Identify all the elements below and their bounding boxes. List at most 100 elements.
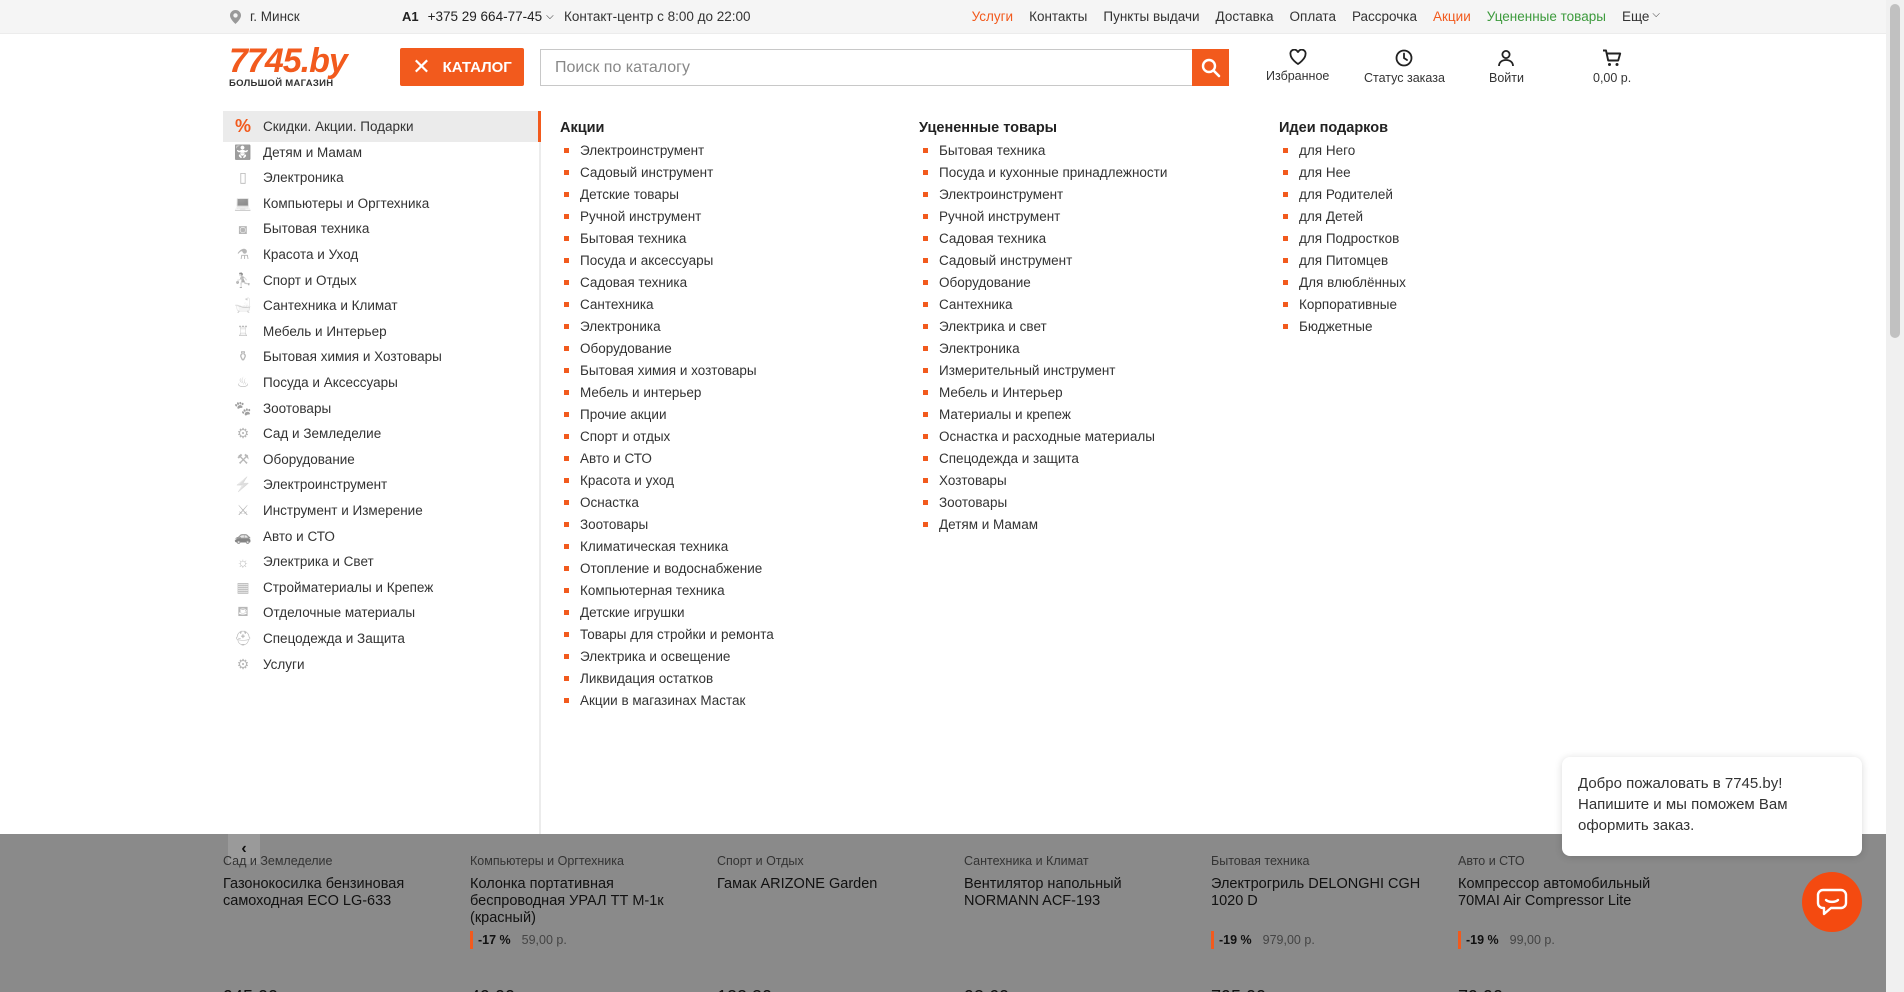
menu-link[interactable]: Садовая техника [560, 274, 774, 296]
menu-link[interactable]: Прочие акции [560, 406, 774, 428]
menu-link[interactable]: Отопление и водоснабжение [560, 560, 774, 582]
menu-link[interactable]: Электроника [919, 340, 1167, 362]
search-input[interactable] [540, 49, 1229, 86]
top-nav-link[interactable]: Доставка [1216, 9, 1274, 24]
category-item[interactable]: ⚙ Услуги [223, 649, 539, 680]
product-category: Сад и Земледелие [223, 854, 333, 868]
menu-link[interactable]: Мебель и интерьер [560, 384, 774, 406]
product-name[interactable]: Электрогриль DELONGHI CGH 1020 D [1211, 876, 1431, 928]
pet-icon: 🐾 [234, 399, 252, 416]
product-name[interactable]: Вентилятор напольный NORMANN ACF-193 [964, 876, 1184, 928]
menu-link[interactable]: Измерительный инструмент [919, 362, 1167, 384]
top-nav-link[interactable]: Оплата [1290, 9, 1336, 24]
menu-link[interactable]: Хозтовары [919, 472, 1167, 494]
menu-link[interactable]: Детям и Мамам [919, 516, 1167, 538]
menu-link[interactable]: Бытовая техника [919, 142, 1167, 164]
menu-link[interactable]: Корпоративные [1279, 296, 1406, 318]
product-card[interactable]: Авто и СТО Компрессор автомобильный 70MAI… [1458, 854, 1678, 992]
category-label: Авто и СТО [263, 528, 335, 544]
menu-link[interactable]: Бытовая химия и хозтовары [560, 362, 774, 384]
cart-button[interactable]: 0,00 р. [1593, 49, 1631, 85]
menu-link[interactable]: для Него [1279, 142, 1406, 164]
menu-link[interactable]: Электроника [560, 318, 774, 340]
scrollbar[interactable] [1886, 0, 1904, 992]
column-title[interactable]: Акции [560, 120, 774, 138]
logo[interactable]: 7745.by БОЛЬШОЙ МАГАЗИН [229, 44, 348, 89]
product-category: Сантехника и Климат [964, 854, 1089, 868]
menu-link[interactable]: Ручной инструмент [560, 208, 774, 230]
city-selector[interactable]: г. Минск [230, 9, 300, 24]
product-name[interactable]: Компрессор автомобильный 70MAI Air Compr… [1458, 876, 1678, 928]
favorites-button[interactable]: Избранное [1266, 49, 1329, 83]
menu-link[interactable]: для Питомцев [1279, 252, 1406, 274]
chat-button[interactable] [1802, 872, 1862, 932]
product-card[interactable]: Компьютеры и Оргтехника Колонка портативн… [470, 854, 690, 992]
top-nav-link[interactable]: Услуги [972, 9, 1014, 24]
product-card[interactable]: Сантехника и Климат Вентилятор напольный … [964, 854, 1184, 992]
menu-link[interactable]: Садовая техника [919, 230, 1167, 252]
catalog-mega-menu: % Скидки. Акции. Подарки 🚼 Детям и Мамам ▯ Эл… [0, 104, 1886, 834]
menu-link[interactable]: Садовый инструмент [560, 164, 774, 186]
scrollbar-thumb[interactable] [1890, 4, 1900, 338]
top-nav-link[interactable]: Уцененные товары [1487, 9, 1606, 24]
menu-link[interactable]: Оборудование [919, 274, 1167, 296]
menu-link[interactable]: Электроинструмент [919, 186, 1167, 208]
menu-link[interactable]: Бытовая техника [560, 230, 774, 252]
product-name[interactable]: Гамак ARIZONE Garden [717, 876, 937, 928]
product-name[interactable]: Газонокосилка бензиновая самоходная ECO … [223, 876, 443, 928]
product-card[interactable]: Сад и Земледелие Газонокосилка бензиновая… [223, 854, 443, 992]
menu-link[interactable]: Зоотовары [919, 494, 1167, 516]
menu-link[interactable]: Посуда и аксессуары [560, 252, 774, 274]
menu-link[interactable]: Посуда и кухонные принадлежности [919, 164, 1167, 186]
top-nav-link[interactable]: Пункты выдачи [1103, 9, 1199, 24]
menu-link[interactable]: Садовый инструмент [919, 252, 1167, 274]
phone-dropdown[interactable]: A1 +375 29 664-77-45 ⌵ [402, 9, 554, 24]
menu-link[interactable]: Электрика и свет [919, 318, 1167, 340]
menu-link[interactable]: Для влюблённых [1279, 274, 1406, 296]
menu-link[interactable]: Авто и СТО [560, 450, 774, 472]
menu-link[interactable]: Бюджетные [1279, 318, 1406, 340]
menu-link[interactable]: для Нее [1279, 164, 1406, 186]
menu-link[interactable]: для Родителей [1279, 186, 1406, 208]
menu-link[interactable]: Компьютерная техника [560, 582, 774, 604]
menu-link[interactable]: Детские игрушки [560, 604, 774, 626]
menu-link[interactable]: для Подростков [1279, 230, 1406, 252]
menu-link[interactable]: Климатическая техника [560, 538, 774, 560]
menu-link[interactable]: для Детей [1279, 208, 1406, 230]
menu-link[interactable]: Детские товары [560, 186, 774, 208]
menu-link[interactable]: Оснастка [560, 494, 774, 516]
menu-link[interactable]: Акции в магазинах Мастак [560, 692, 774, 714]
menu-link[interactable]: Электрика и освещение [560, 648, 774, 670]
top-nav-link[interactable]: Еще [1622, 9, 1649, 24]
menu-link[interactable]: Материалы и крепеж [919, 406, 1167, 428]
menu-link[interactable]: Зоотовары [560, 516, 774, 538]
menu-link[interactable]: Красота и уход [560, 472, 774, 494]
menu-link[interactable]: Мебель и Интерьер [919, 384, 1167, 406]
catalog-button[interactable]: ✕ КАТАЛОГ [400, 48, 524, 86]
top-nav-link[interactable]: Акции [1433, 9, 1471, 24]
menu-link[interactable]: Оборудование [560, 340, 774, 362]
menu-link[interactable]: Ручной инструмент [919, 208, 1167, 230]
menu-link[interactable]: Сантехника [560, 296, 774, 318]
product-name[interactable]: Колонка портативная беспроводная УРАЛ ТТ… [470, 876, 690, 928]
location-pin-icon [230, 9, 241, 24]
column-title[interactable]: Идеи подарков [1279, 120, 1406, 138]
menu-link[interactable]: Оснастка и расходные материалы [919, 428, 1167, 450]
menu-link[interactable]: Спорт и отдых [560, 428, 774, 450]
product-card[interactable]: Спорт и Отдых Гамак ARIZONE Garden 122,30 … [717, 854, 937, 992]
top-nav-link[interactable]: Контакты [1029, 9, 1087, 24]
product-card[interactable]: Бытовая техника Электрогриль DELONGHI CGH… [1211, 854, 1431, 992]
search-button[interactable] [1192, 49, 1229, 86]
order-status-button[interactable]: Статус заказа [1364, 49, 1445, 85]
login-button[interactable]: Войти [1489, 49, 1524, 85]
column-title[interactable]: Уцененные товары [919, 120, 1167, 138]
menu-link[interactable]: Электроинструмент [560, 142, 774, 164]
top-nav-link[interactable]: Рассрочка [1352, 9, 1417, 24]
menu-link[interactable]: Сантехника [919, 296, 1167, 318]
category-label: Стройматериалы и Крепеж [263, 579, 434, 595]
menu-link[interactable]: Товары для стройки и ремонта [560, 626, 774, 648]
menu-link[interactable]: Спецодежда и защита [919, 450, 1167, 472]
menu-link[interactable]: Ликвидация остатков [560, 670, 774, 692]
category-label: Красота и Уход [263, 247, 359, 262]
category-label: Сад и Земледелие [263, 426, 382, 442]
